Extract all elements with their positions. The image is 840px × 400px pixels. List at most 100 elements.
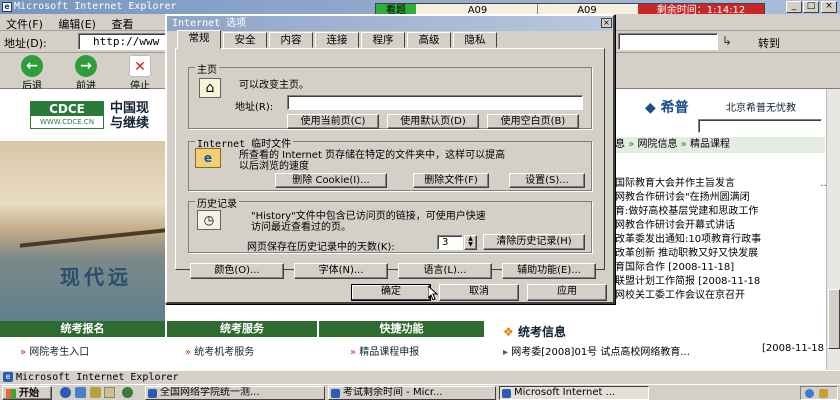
temp-desc-line2: 以后浏览的速度 <box>239 161 309 172</box>
tab-privacy[interactable]: 隐私 <box>453 32 497 48</box>
history-days-input[interactable]: 3 <box>437 235 463 250</box>
apply-button[interactable]: 应用 <box>527 284 607 301</box>
news-item[interactable]: 改革创新 推动职教又好又快发展 <box>615 247 825 261</box>
maximize-button[interactable]: □ <box>803 1 819 13</box>
tab-exam-service-label: 统考服务 <box>220 322 264 335</box>
tab-security[interactable]: 安全 <box>223 32 267 48</box>
task-timer[interactable]: 考试剩余时间 - Micr... <box>328 386 496 400</box>
address-label: 地址(D): <box>4 37 47 50</box>
link-student-entry[interactable]: » 网院考生入口 <box>20 343 89 358</box>
use-blank-button[interactable]: 使用空白页(B) <box>487 114 579 129</box>
quicklaunch-folder-icon[interactable] <box>104 387 115 398</box>
nav-info[interactable]: 息 <box>615 139 625 150</box>
nav-courses[interactable]: 精品课程 <box>690 139 730 150</box>
tab-exam-service[interactable]: 统考服务 <box>167 321 317 337</box>
task-ie-active-label: Microsoft Internet ... <box>514 387 616 398</box>
news-item[interactable]: 网教合作研讨会开幕式讲话 <box>615 219 825 233</box>
address-input-right[interactable] <box>618 33 718 50</box>
go-button[interactable]: 转到 <box>758 35 780 51</box>
tab-content[interactable]: 内容 <box>269 32 313 48</box>
news-title: 联盟计划工作简报 <box>615 276 695 287</box>
accessibility-button[interactable]: 辅助功能(E)... <box>502 263 596 279</box>
homepage-address-label: 地址(R): <box>235 102 274 113</box>
ie-icon: e <box>2 2 12 12</box>
news-item[interactable]: 联盟计划工作简报 [2008-11-18 <box>615 275 825 289</box>
languages-button[interactable]: 语言(L)... <box>398 263 492 279</box>
news-item[interactable]: 改革委发出通知:10项教育行政事 <box>615 233 825 247</box>
stop-icon: ✕ <box>129 55 151 77</box>
exam-info-item[interactable]: ▸ 网考委[2008]01号 试点高校网络教育... <box>503 343 690 358</box>
task-ie-icon <box>502 389 511 398</box>
tab-exam-register[interactable]: 统考报名 <box>0 321 165 337</box>
quicklaunch-outlook-icon[interactable] <box>90 387 101 398</box>
site-title-line2: 与继续 <box>110 116 150 131</box>
right-search-input[interactable] <box>698 119 822 133</box>
scrollbar-thumb[interactable] <box>828 289 840 349</box>
address-input[interactable]: http://www <box>78 33 168 50</box>
tab-quick-functions[interactable]: 快捷功能 <box>319 321 484 337</box>
task-ie-icon <box>148 389 157 398</box>
history-desc-line2: 访问最近查看过的页。 <box>251 222 351 233</box>
colors-button[interactable]: 颜色(O)... <box>190 263 284 279</box>
homepage-address-input[interactable] <box>287 95 583 110</box>
nav-college[interactable]: 网院信息 <box>637 139 677 150</box>
right-nav: 息 » 网院信息 » 精品课程 <box>615 137 825 153</box>
news-item[interactable]: 育国际合作 [2008-11-18] <box>615 261 825 275</box>
tab-advanced[interactable]: 高级 <box>407 32 451 48</box>
clear-history-button[interactable]: 清除历史记录(H) <box>483 234 585 250</box>
homepage-group: 主页 ⌂ 可以改变主页。 地址(R): 使用当前页(C) 使用默认页(D) 使用… <box>188 61 592 129</box>
news-item[interactable]: 国际教育大会并作主旨发言 <box>615 177 825 191</box>
quicklaunch-app-icon[interactable] <box>122 387 133 398</box>
news-item[interactable]: 网教合作研讨会"在扬州圆满闭 <box>615 191 825 205</box>
news-date: [2008-11-18] <box>668 262 735 273</box>
minimize-button[interactable]: _ <box>786 1 802 13</box>
tab-programs[interactable]: 程序 <box>361 32 405 48</box>
forward-button[interactable]: → 前进 <box>66 53 106 92</box>
news-item[interactable]: 网校关工委工作会议在京召开 <box>615 289 825 303</box>
tab-connections[interactable]: 连接 <box>315 32 359 48</box>
start-label: 开始 <box>19 388 39 399</box>
banner-image: 现代远 <box>0 141 165 321</box>
tray-volume-icon[interactable] <box>819 389 828 398</box>
link-exam-service-label: 统考机考服务 <box>194 347 255 358</box>
dialog-close-button[interactable]: × <box>601 18 612 28</box>
exam-info-title: ❖ 统考信息 <box>503 323 566 340</box>
delete-cookies-button[interactable]: 删除 Cookie(I)... <box>275 173 387 188</box>
bullet-icon: » <box>350 347 360 358</box>
quicklaunch-ie-icon[interactable] <box>60 387 71 398</box>
home-icon: ⌂ <box>199 78 221 98</box>
history-days-spinner[interactable]: ▲ ▼ <box>464 235 477 250</box>
ok-button[interactable]: 确定 <box>351 284 431 301</box>
cdce-logo-text: CDCE <box>31 102 103 116</box>
delete-files-button[interactable]: 删除文件(F) <box>413 173 489 188</box>
close-button[interactable]: × <box>821 1 837 13</box>
taskbar: 开始 全国网络学院统一测... 考试剩余时间 - Micr... Microso… <box>0 384 840 400</box>
news-item[interactable]: 育:做好高校基层党建和思政工作 <box>615 205 825 219</box>
start-button[interactable]: 开始 <box>2 386 52 400</box>
status-ie-icon: e <box>3 372 13 382</box>
link-course-apply[interactable]: » 精品课程申报 <box>350 343 419 358</box>
link-exam-service[interactable]: » 统考机考服务 <box>185 343 254 358</box>
cancel-button[interactable]: 取消 <box>439 284 519 301</box>
task-exam-browser[interactable]: 全国网络学院统一测... <box>145 386 325 400</box>
site-title-line1: 中国现 <box>110 101 150 116</box>
tray-network-icon[interactable] <box>805 389 814 398</box>
news-date: [2008-11-18 <box>698 276 761 287</box>
task-ie-icon <box>331 389 340 398</box>
xipu-logo: ◆ 希普 <box>645 97 689 117</box>
fonts-button[interactable]: 字体(N)... <box>294 263 388 279</box>
page-scrollbar[interactable] <box>826 89 840 370</box>
back-button[interactable]: ← 后退 <box>12 53 52 92</box>
forward-arrow-icon: → <box>75 55 97 77</box>
go-arrow-icon[interactable]: ↳ <box>722 34 732 48</box>
tab-general[interactable]: 常规 <box>177 30 221 49</box>
settings-button[interactable]: 设置(S)... <box>509 173 585 188</box>
use-current-button[interactable]: 使用当前页(C) <box>287 114 379 129</box>
pier-shape <box>20 228 165 248</box>
stop-button[interactable]: ✕ 停止 <box>120 53 160 92</box>
news-list: 国际教育大会并作主旨发言 网教合作研讨会"在扬州圆满闭 育:做好高校基层党建和思… <box>615 177 825 303</box>
task-ie-active[interactable]: Microsoft Internet ... <box>499 386 649 400</box>
temp-files-group: Internet 临时文件 e 所查看的 Internet 页存储在特定的文件夹… <box>188 135 592 191</box>
quicklaunch-desktop-icon[interactable] <box>75 387 86 398</box>
use-default-button[interactable]: 使用默认页(D) <box>387 114 479 129</box>
